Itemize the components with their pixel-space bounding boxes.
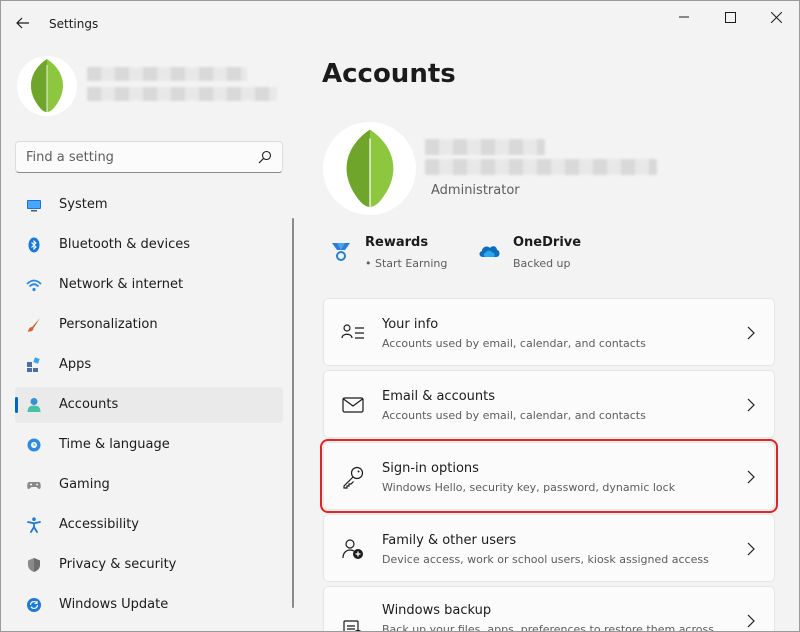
wifi-icon [26, 279, 42, 292]
app-title: Settings [49, 17, 99, 31]
sidebar-item-windows-update[interactable]: Windows Update [15, 587, 283, 623]
close-button[interactable] [753, 5, 799, 29]
gamepad-icon [27, 482, 41, 489]
redacted-username [87, 67, 247, 81]
sidebar-item-network[interactable]: Network & internet [15, 267, 283, 303]
card-sign-in-options[interactable]: Sign-in options Windows Hello, security … [320, 439, 778, 513]
sidebar-item-label: Network & internet [59, 277, 184, 292]
back-button[interactable] [11, 11, 35, 35]
person-info-icon [341, 324, 364, 339]
sidebar-item-gaming[interactable]: Gaming [15, 467, 283, 503]
shield-icon [28, 558, 40, 572]
chevron-right-icon [747, 398, 755, 412]
redacted-email [87, 87, 277, 101]
rewards-link[interactable]: Rewards • Start Earning [329, 233, 459, 273]
sidebar-item-apps[interactable]: Apps [15, 347, 283, 383]
user-avatar[interactable] [17, 56, 77, 116]
card-title: Sign-in options [382, 461, 479, 476]
key-icon [343, 466, 364, 489]
sidebar-item-accounts[interactable]: Accounts [15, 387, 283, 423]
sidebar-item-label: Personalization [59, 317, 158, 332]
clock-globe-icon [27, 438, 41, 452]
minimize-icon [679, 16, 689, 18]
account-avatar[interactable] [323, 122, 416, 215]
sidebar-item-time-language[interactable]: Time & language [15, 427, 283, 463]
sidebar-scrollbar[interactable] [292, 218, 294, 608]
bluetooth-icon [28, 237, 40, 253]
sidebar-item-label: Windows Update [59, 597, 169, 612]
onedrive-cloud-icon [479, 246, 500, 257]
card-title: Windows backup [382, 603, 492, 618]
account-role: Administrator [431, 183, 520, 198]
card-title: Your info [382, 317, 439, 332]
card-subtitle: Back up your files, apps, preferences to… [382, 623, 714, 632]
leaf-icon [30, 59, 64, 115]
brush-icon [27, 318, 40, 332]
card-email-accounts[interactable]: Email & accounts Accounts used by email,… [323, 370, 775, 438]
maximize-icon [724, 11, 736, 23]
chevron-right-icon [747, 326, 755, 340]
accessibility-icon [27, 517, 41, 533]
system-icon [27, 200, 41, 212]
minimize-button[interactable] [661, 5, 707, 29]
sidebar-item-label: Privacy & security [59, 557, 177, 572]
active-indicator [15, 397, 18, 413]
redacted-account-email [425, 159, 657, 175]
sidebar-item-label: Gaming [59, 477, 110, 492]
sidebar-item-label: Time & language [59, 437, 170, 452]
family-add-icon [342, 539, 363, 559]
maximize-button[interactable] [707, 5, 753, 29]
leaf-icon [346, 129, 393, 211]
sidebar-item-accessibility[interactable]: Accessibility [15, 507, 283, 543]
sidebar-item-label: System [59, 197, 108, 212]
back-arrow-icon [16, 17, 29, 29]
rewards-title: Rewards [365, 235, 429, 250]
card-title: Email & accounts [382, 389, 496, 404]
rewards-icon [332, 243, 350, 261]
chevron-right-icon [747, 470, 755, 484]
sidebar-item-label: Accounts [59, 397, 119, 412]
mail-icon [342, 397, 364, 413]
update-icon [27, 598, 41, 612]
backup-icon [343, 620, 362, 631]
apps-icon [27, 357, 40, 372]
settings-window: Settings System [0, 0, 800, 632]
sidebar-item-label: Apps [59, 357, 92, 372]
card-title: Family & other users [382, 533, 517, 548]
sidebar-item-privacy[interactable]: Privacy & security [15, 547, 283, 583]
redacted-account-name [425, 139, 545, 155]
person-icon [27, 398, 41, 412]
sidebar-item-system[interactable]: System [15, 187, 283, 223]
search-box[interactable] [15, 141, 283, 173]
card-subtitle: Accounts used by email, calendar, and co… [382, 337, 646, 350]
card-your-info[interactable]: Your info Accounts used by email, calend… [323, 298, 775, 366]
card-subtitle: Windows Hello, security key, password, d… [382, 481, 676, 494]
sidebar-item-label: Accessibility [59, 517, 139, 532]
close-icon [770, 11, 782, 23]
search-input[interactable] [26, 142, 246, 172]
onedrive-title: OneDrive [513, 235, 582, 250]
rewards-status: • Start Earning [365, 257, 448, 270]
title-bar: Settings [1, 1, 799, 47]
card-subtitle: Device access, work or school users, kio… [382, 553, 709, 566]
chevron-right-icon [747, 614, 755, 628]
card-family-users[interactable]: Family & other users Device access, work… [323, 514, 775, 582]
card-subtitle: Accounts used by email, calendar, and co… [382, 409, 646, 422]
onedrive-link[interactable]: OneDrive Backed up [477, 233, 607, 273]
chevron-right-icon [747, 542, 755, 556]
card-windows-backup[interactable]: Windows backup Back up your files, apps,… [323, 586, 775, 632]
page-title: Accounts [322, 59, 456, 89]
onedrive-status: Backed up [513, 257, 571, 270]
sidebar-item-label: Bluetooth & devices [59, 237, 190, 252]
sidebar-item-personalization[interactable]: Personalization [15, 307, 283, 343]
sidebar-item-bluetooth[interactable]: Bluetooth & devices [15, 227, 283, 263]
search-icon [258, 150, 272, 164]
